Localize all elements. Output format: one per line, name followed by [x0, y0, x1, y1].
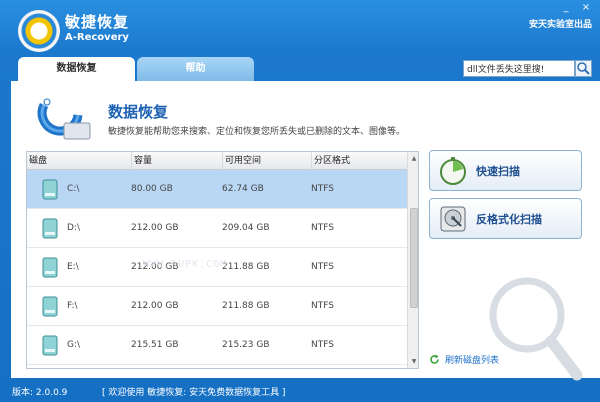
disk-filesystem: NTFS — [311, 301, 334, 311]
search-icon — [577, 62, 590, 75]
disk-filesystem: NTFS — [311, 340, 334, 350]
unformat-scan-button[interactable]: 反格式化扫描 — [429, 198, 582, 239]
disk-table: 磁盘 容量 可用空间 分区格式 C:\ 80.00 GB 62.74 GB NT… — [26, 151, 419, 369]
search-input[interactable] — [463, 60, 575, 77]
table-row[interactable]: D:\ 212.00 GB 209.04 GB NTFS — [27, 209, 407, 248]
brand-name-english: A-Recovery — [65, 32, 129, 43]
disk-free-space: 211.88 GB — [222, 262, 270, 272]
disk-capacity: 215.51 GB — [131, 340, 179, 350]
quick-scan-label: 快速扫描 — [476, 165, 520, 178]
disk-name: G:\ — [67, 340, 81, 350]
table-header: 磁盘 容量 可用空间 分区格式 — [27, 152, 407, 170]
disk-free-space: 215.23 GB — [222, 340, 270, 350]
disk-capacity: 80.00 GB — [131, 184, 173, 194]
column-header-disk[interactable]: 磁盘 — [27, 152, 131, 170]
disk-drive-icon — [42, 257, 58, 278]
column-header-free-space[interactable]: 可用空间 — [222, 152, 311, 170]
disk-filesystem: NTFS — [311, 223, 334, 233]
table-row[interactable]: G:\ 215.51 GB 215.23 GB NTFS — [27, 326, 407, 365]
table-row[interactable]: C:\ 80.00 GB 62.74 GB NTFS — [27, 170, 407, 209]
disk-free-space: 211.88 GB — [222, 301, 270, 311]
tab-data-recovery[interactable]: 数据恢复 — [18, 57, 135, 81]
scroll-thumb[interactable] — [410, 208, 418, 308]
page-title: 数据恢复 — [108, 103, 169, 121]
welcome-message: [ 欢迎使用 敏捷恢复: 安天免费数据恢复工具 ] — [102, 388, 286, 398]
disk-free-space: 62.74 GB — [222, 184, 264, 194]
tab-help[interactable]: 帮助 — [137, 57, 254, 81]
disk-name: F:\ — [67, 301, 78, 311]
table-row[interactable]: F:\ 212.00 GB 211.88 GB NTFS — [27, 287, 407, 326]
vendor-label: 安天实验室出品 — [528, 20, 592, 30]
recovery-magnet-icon — [37, 98, 91, 140]
refresh-label: 刷新磁盘列表 — [445, 356, 500, 366]
brand-name: 敏捷恢复 — [65, 13, 130, 31]
unformat-scan-label: 反格式化扫描 — [476, 213, 542, 226]
page-description: 敏捷恢复能帮助您来搜索、定位和恢复您所丢失或已删除的文本、图像等。 — [108, 127, 406, 137]
disk-filesystem: NTFS — [311, 184, 334, 194]
search-button[interactable] — [575, 60, 592, 77]
magnifier-decoration-icon — [489, 277, 583, 381]
stopwatch-icon — [440, 157, 466, 185]
app-window: 敏捷恢复 A-Recovery _ × 安天实验室出品 数据恢复 帮助 数据恢复… — [0, 0, 600, 402]
column-header-filesystem[interactable]: 分区格式 — [311, 152, 407, 170]
disk-drive-icon — [42, 218, 58, 239]
disk-capacity: 212.00 GB — [131, 223, 179, 233]
hard-disk-icon — [440, 206, 466, 232]
scroll-down-arrow-icon[interactable]: ▼ — [409, 356, 418, 367]
disk-drive-icon — [42, 179, 58, 200]
column-header-capacity[interactable]: 容量 — [131, 152, 222, 170]
refresh-icon — [430, 354, 439, 364]
minimize-button[interactable]: _ — [558, 2, 574, 14]
disk-name: C:\ — [67, 184, 80, 194]
disk-filesystem: NTFS — [311, 262, 334, 272]
close-button[interactable]: × — [578, 2, 594, 14]
version-label: 版本: 2.0.0.9 — [12, 388, 68, 398]
disk-name: E:\ — [67, 262, 79, 272]
recovery-logo-icon — [18, 10, 60, 52]
disk-drive-icon — [42, 335, 58, 356]
watermark-text: WWW.9UPK.COM — [143, 259, 228, 270]
disk-drive-icon — [42, 296, 58, 317]
quick-scan-button[interactable]: 快速扫描 — [429, 150, 582, 191]
disk-free-space: 209.04 GB — [222, 223, 270, 233]
main-panel: 数据恢复 敏捷恢复能帮助您来搜索、定位和恢复您所丢失或已删除的文本、图像等。 磁… — [11, 81, 600, 381]
disk-name: D:\ — [67, 223, 80, 233]
scroll-up-arrow-icon[interactable]: ▲ — [409, 153, 418, 164]
disk-capacity: 212.00 GB — [131, 301, 179, 311]
table-scrollbar[interactable]: ▲ ▼ — [407, 152, 418, 368]
